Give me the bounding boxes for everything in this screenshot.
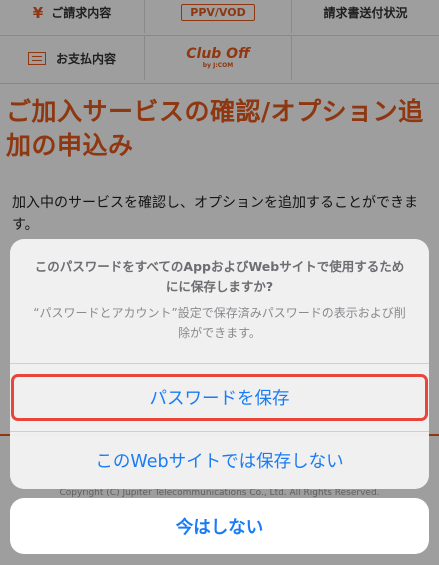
not-now-button[interactable]: 今はしない: [10, 498, 429, 554]
sheet-body: “パスワードとアカウント”設定で保存済みパスワードの表示および削除ができます。: [33, 306, 406, 340]
save-password-sheet: このパスワードをすべてのAppおよびWebサイトで使用するためにに保存しますか?…: [10, 239, 429, 489]
sheet-message: このパスワードをすべてのAppおよびWebサイトで使用するためにに保存しますか?…: [10, 239, 429, 364]
sheet-title: このパスワードをすべてのAppおよびWebサイトで使用するためにに保存しますか?: [34, 259, 405, 294]
never-for-this-site-button[interactable]: このWebサイトでは保存しない: [10, 432, 429, 489]
highlight-box: [11, 374, 428, 421]
